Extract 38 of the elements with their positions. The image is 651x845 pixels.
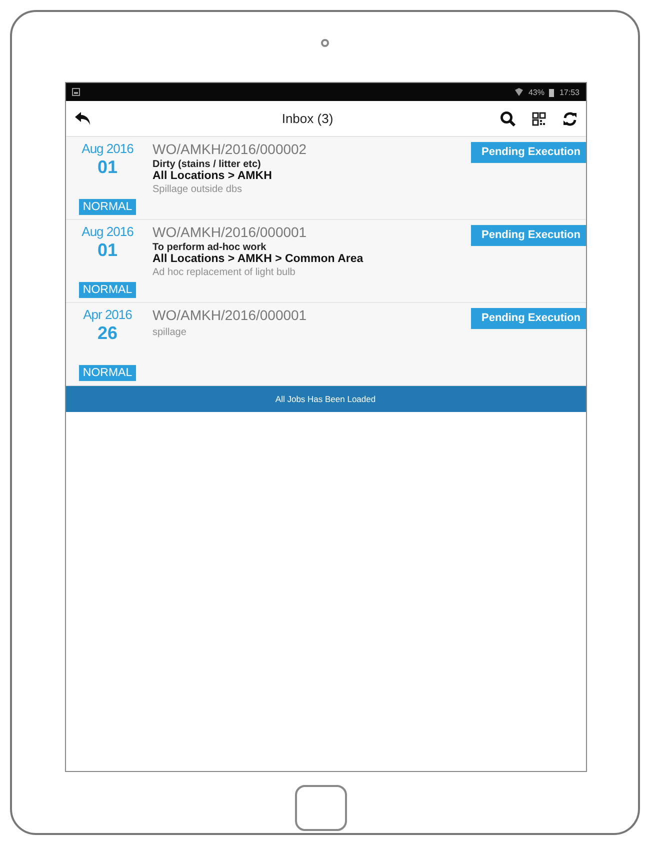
screen-title: Inbox (3) (280, 111, 334, 126)
loaded-banner: All Jobs Has Been Loaded (66, 386, 586, 412)
search-button[interactable] (500, 110, 516, 126)
job-row[interactable]: Aug 2016 01 NORMAL WO/AMKH/2016/000002 Dirty (stains / litter etc) All Locations > AMKH Spillage outside dbs Pending Execution (66, 137, 586, 220)
work-order-number: WO/AMKH/2016/000001 (152, 307, 308, 323)
job-row[interactable]: Apr 2016 26 NORMAL WO/AMKH/2016/000001 spillage Pending Execution (66, 303, 586, 386)
status-badge: Pending Execution (471, 308, 586, 329)
battery-icon (549, 88, 554, 96)
clock-time: 17:53 (559, 88, 580, 96)
work-order-number: WO/AMKH/2016/000001 (152, 224, 308, 240)
job-day: 26 (97, 323, 118, 344)
job-description: spillage (152, 327, 188, 338)
job-month: Aug 2016 (82, 224, 134, 239)
priority-badge: NORMAL (78, 365, 136, 381)
priority-badge: NORMAL (78, 199, 136, 215)
qr-code-button[interactable] (532, 112, 546, 126)
status-badge: Pending Execution (471, 225, 586, 246)
status-badge: Pending Execution (471, 142, 586, 163)
priority-badge: NORMAL (78, 282, 136, 298)
job-row[interactable]: Aug 2016 01 NORMAL WO/AMKH/2016/000001 To perform ad-hoc work All Locations > AMKH > Common Area Ad hoc replacement of light bulb Pending Execution (66, 220, 586, 303)
home-button[interactable] (295, 785, 347, 831)
wifi-icon (515, 88, 524, 96)
job-day: 01 (97, 157, 118, 178)
job-month: Aug 2016 (82, 141, 134, 156)
battery-level: 43% (528, 88, 544, 96)
job-month: Apr 2016 (83, 307, 132, 322)
image-icon (72, 88, 80, 96)
back-button[interactable] (74, 110, 92, 126)
job-description: Spillage outside dbs (152, 184, 244, 195)
job-location: All Locations > AMKH (152, 170, 273, 182)
job-location: All Locations > AMKH > Common Area (152, 253, 364, 265)
camera-icon (321, 39, 329, 47)
job-category: To perform ad-hoc work (152, 242, 268, 253)
job-description: Ad hoc replacement of light bulb (152, 267, 296, 278)
work-order-number: WO/AMKH/2016/000002 (152, 141, 308, 157)
job-category: Dirty (stains / litter etc) (152, 159, 262, 170)
job-day: 01 (97, 240, 118, 261)
refresh-button[interactable] (562, 110, 578, 126)
